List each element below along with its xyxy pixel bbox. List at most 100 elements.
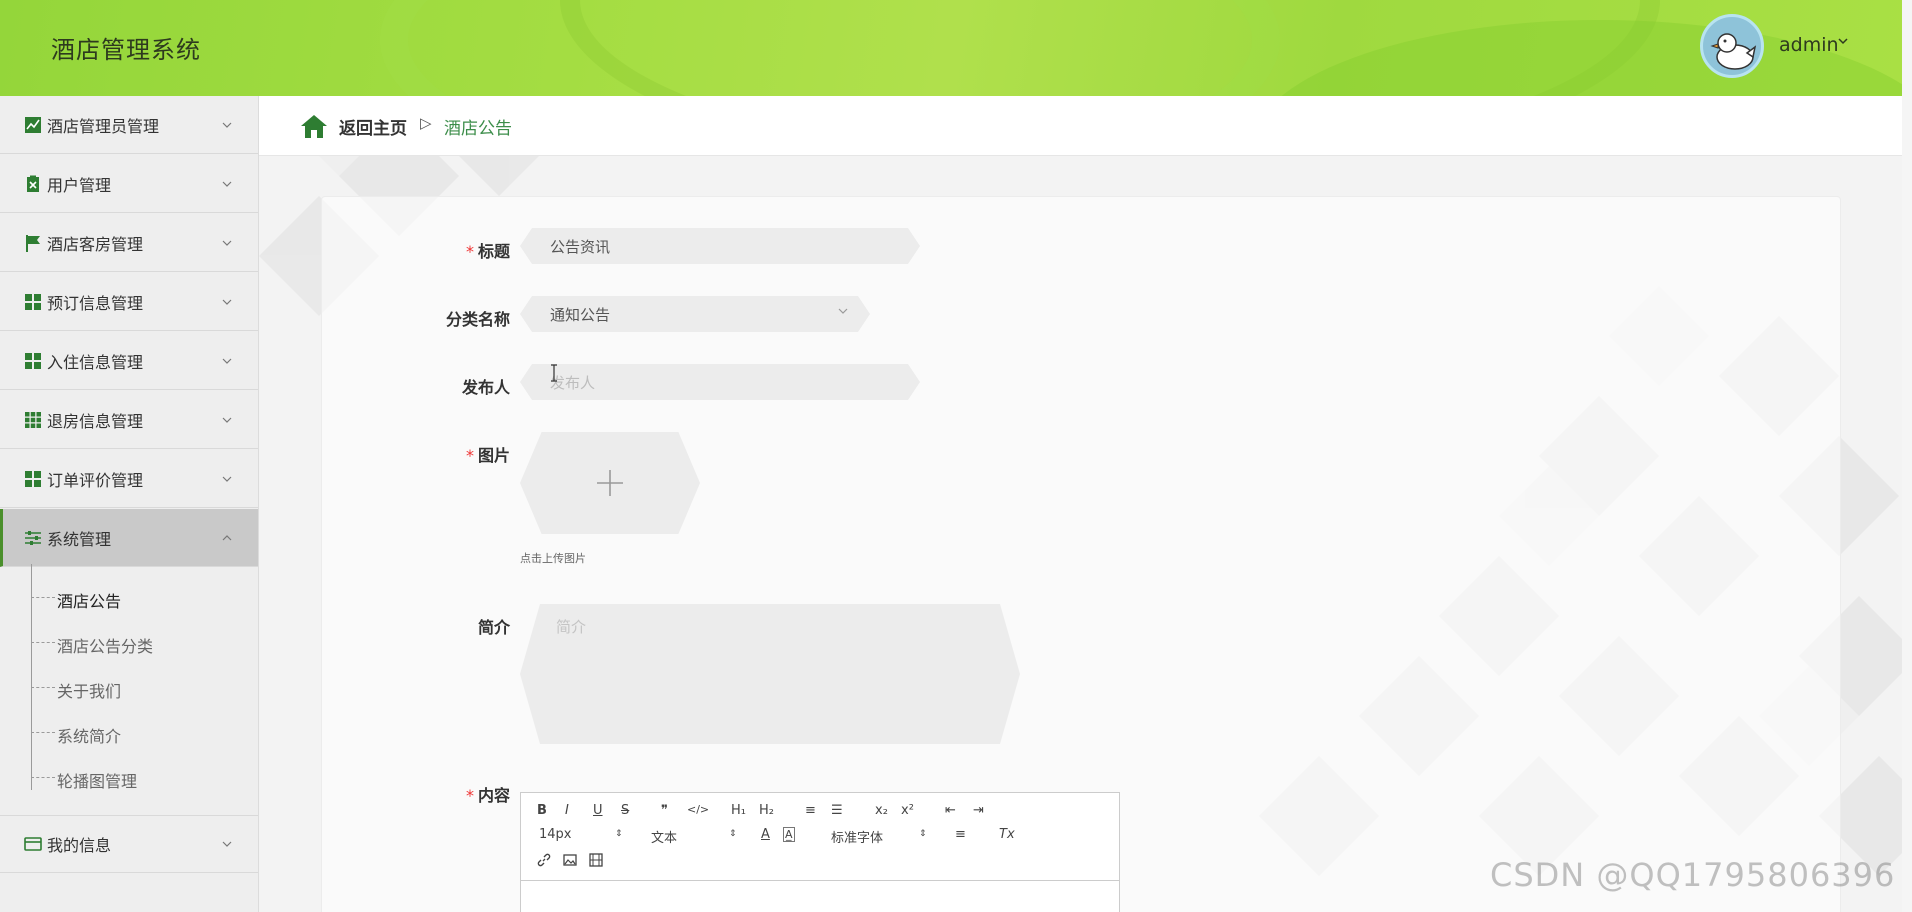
bullet-list-button[interactable]: ☰	[831, 803, 843, 818]
sidebar-item-label: 我的信息	[47, 836, 112, 855]
sidebar-item-reviews[interactable]: 订单评价管理	[0, 450, 258, 508]
submenu-item-carousel[interactable]: 轮播图管理	[31, 766, 231, 791]
submenu-item-label: 轮播图管理	[57, 772, 138, 791]
chevron-down-icon	[222, 299, 232, 305]
sidebar-item-label: 退房信息管理	[47, 411, 144, 431]
upload-hint: 点击上传图片	[520, 552, 586, 565]
ordered-list-button[interactable]: ≡	[805, 803, 816, 818]
chevron-down-icon	[222, 240, 232, 246]
grid-3x3-icon	[25, 411, 41, 428]
sidebar-item-label: 系统管理	[47, 529, 112, 549]
video-icon[interactable]	[589, 853, 603, 867]
breadcrumb-current: 酒店公告	[444, 119, 512, 139]
breadcrumb-home[interactable]: 返回主页	[339, 114, 407, 139]
sidebar-item-label: 酒店客房管理	[47, 234, 144, 254]
image-icon[interactable]	[563, 853, 577, 867]
text-cursor-icon	[551, 364, 557, 382]
clipboard-x-icon	[27, 175, 39, 192]
superscript-button[interactable]: x²	[901, 803, 914, 818]
chevron-down-icon	[222, 417, 232, 423]
grid-icon	[25, 352, 41, 369]
category-label: 分类名称	[445, 310, 510, 329]
text-type-value: 文本	[651, 831, 678, 846]
indent-button[interactable]: ⇥	[973, 803, 984, 818]
publisher-label: 发布人	[461, 378, 510, 397]
submenu-item-label: 关于我们	[57, 682, 122, 701]
strike-button[interactable]: S	[621, 803, 629, 818]
submenu-item-label: 系统简介	[57, 727, 122, 746]
align-button[interactable]: ≡	[955, 827, 966, 842]
sidebar-item-checkin[interactable]: 入住信息管理	[0, 332, 258, 390]
font-family-select[interactable]: 标准字体 ⇕	[831, 827, 931, 846]
submenu-item-notice[interactable]: 酒店公告	[31, 586, 231, 611]
submenu-item-label: 酒店公告分类	[57, 637, 154, 656]
sidebar-item-booking[interactable]: 预订信息管理	[0, 273, 258, 331]
editor-toolbar: B I U S ❞ </> H₁ H₂ ≡ ☰ x₂ x² ⇤ ⇥ 14px ⇕…	[521, 793, 1119, 881]
chevron-down-icon	[222, 181, 232, 187]
bold-button[interactable]: B	[537, 803, 547, 818]
breadcrumb-separator: ▷	[420, 114, 432, 132]
user-avatar[interactable]	[1700, 14, 1764, 78]
title-input[interactable]: 公告资讯	[520, 228, 920, 264]
sliders-icon	[25, 530, 41, 545]
app-title: 酒店管理系统	[51, 36, 201, 64]
code-button[interactable]: </>	[687, 803, 709, 816]
content-label: * 内容	[465, 786, 510, 805]
font-size-select[interactable]: 14px ⇕	[539, 827, 629, 842]
sidebar-item-users[interactable]: 用户管理	[0, 155, 258, 213]
sidebar-item-label: 酒店管理员管理	[47, 116, 160, 136]
category-select-value: 通知公告	[550, 305, 611, 324]
blockquote-button[interactable]: ❞	[661, 803, 668, 818]
title-label: * 标题	[465, 242, 510, 261]
chevron-down-icon	[222, 358, 232, 364]
user-menu-name[interactable]: admin	[1779, 34, 1839, 56]
font-size-value: 14px	[539, 827, 572, 842]
underline-button[interactable]: U	[593, 803, 603, 818]
font-family-value: 标准字体	[831, 831, 884, 846]
h1-button[interactable]: H₁	[731, 803, 746, 818]
breadcrumb: 返回主页 ▷ 酒店公告	[259, 96, 1902, 156]
chevron-down-icon	[222, 841, 232, 847]
sidebar-item-checkout[interactable]: 退房信息管理	[0, 391, 258, 449]
grid-icon	[25, 293, 41, 310]
rich-text-editor[interactable]: B I U S ❞ </> H₁ H₂ ≡ ☰ x₂ x² ⇤ ⇥ 14px ⇕…	[520, 792, 1120, 912]
subscript-button[interactable]: x₂	[875, 803, 888, 818]
sidebar-item-rooms[interactable]: 酒店客房管理	[0, 214, 258, 272]
category-select[interactable]: 通知公告	[520, 296, 870, 332]
updown-icon: ⇕	[729, 829, 737, 839]
top-header: 酒店管理系统 admin	[0, 0, 1902, 96]
summary-placeholder: 简介	[556, 618, 587, 636]
chevron-down-icon[interactable]	[1838, 36, 1848, 46]
sidebar-item-label: 订单评价管理	[47, 470, 144, 490]
sidebar-item-hotel-admin[interactable]: 酒店管理员管理	[0, 96, 258, 154]
outdent-button[interactable]: ⇤	[945, 803, 956, 818]
chevron-down-icon	[222, 476, 232, 482]
sidebar: 酒店管理员管理 用户管理 酒店客房管理 预订信息管理 入住信息管理 退房信息管理…	[0, 96, 259, 912]
italic-button[interactable]: I	[565, 803, 569, 818]
sidebar-item-label: 用户管理	[47, 175, 112, 195]
image-upload-button[interactable]	[520, 432, 700, 534]
publisher-input[interactable]: 发布人	[520, 364, 920, 400]
summary-textarea[interactable]: 简介	[520, 604, 1020, 744]
submenu-item-intro[interactable]: 系统简介	[31, 721, 231, 746]
font-color-button[interactable]: A	[761, 827, 770, 842]
image-label: * 图片	[465, 446, 510, 465]
bg-color-button[interactable]: A̲	[783, 827, 795, 842]
chevron-up-icon	[222, 534, 232, 540]
chevron-down-icon	[222, 122, 232, 128]
h2-button[interactable]: H₂	[759, 803, 774, 818]
flag-icon	[26, 234, 40, 252]
submenu-item-notice-category[interactable]: 酒店公告分类	[31, 631, 231, 656]
link-icon[interactable]	[537, 853, 551, 867]
home-icon[interactable]	[300, 113, 328, 139]
clear-format-button[interactable]: Tx	[999, 827, 1015, 842]
card-icon	[24, 837, 42, 851]
grid-icon	[25, 470, 41, 487]
sidebar-item-system[interactable]: 系统管理	[0, 509, 258, 567]
watermark: CSDN @QQ1795806396	[1490, 856, 1896, 894]
text-type-select[interactable]: 文本 ⇕	[651, 827, 741, 846]
sidebar-item-label: 入住信息管理	[47, 352, 144, 372]
sidebar-item-my-info[interactable]: 我的信息	[0, 815, 258, 873]
submenu-item-label: 酒店公告	[57, 592, 122, 611]
submenu-item-about[interactable]: 关于我们	[31, 676, 231, 701]
